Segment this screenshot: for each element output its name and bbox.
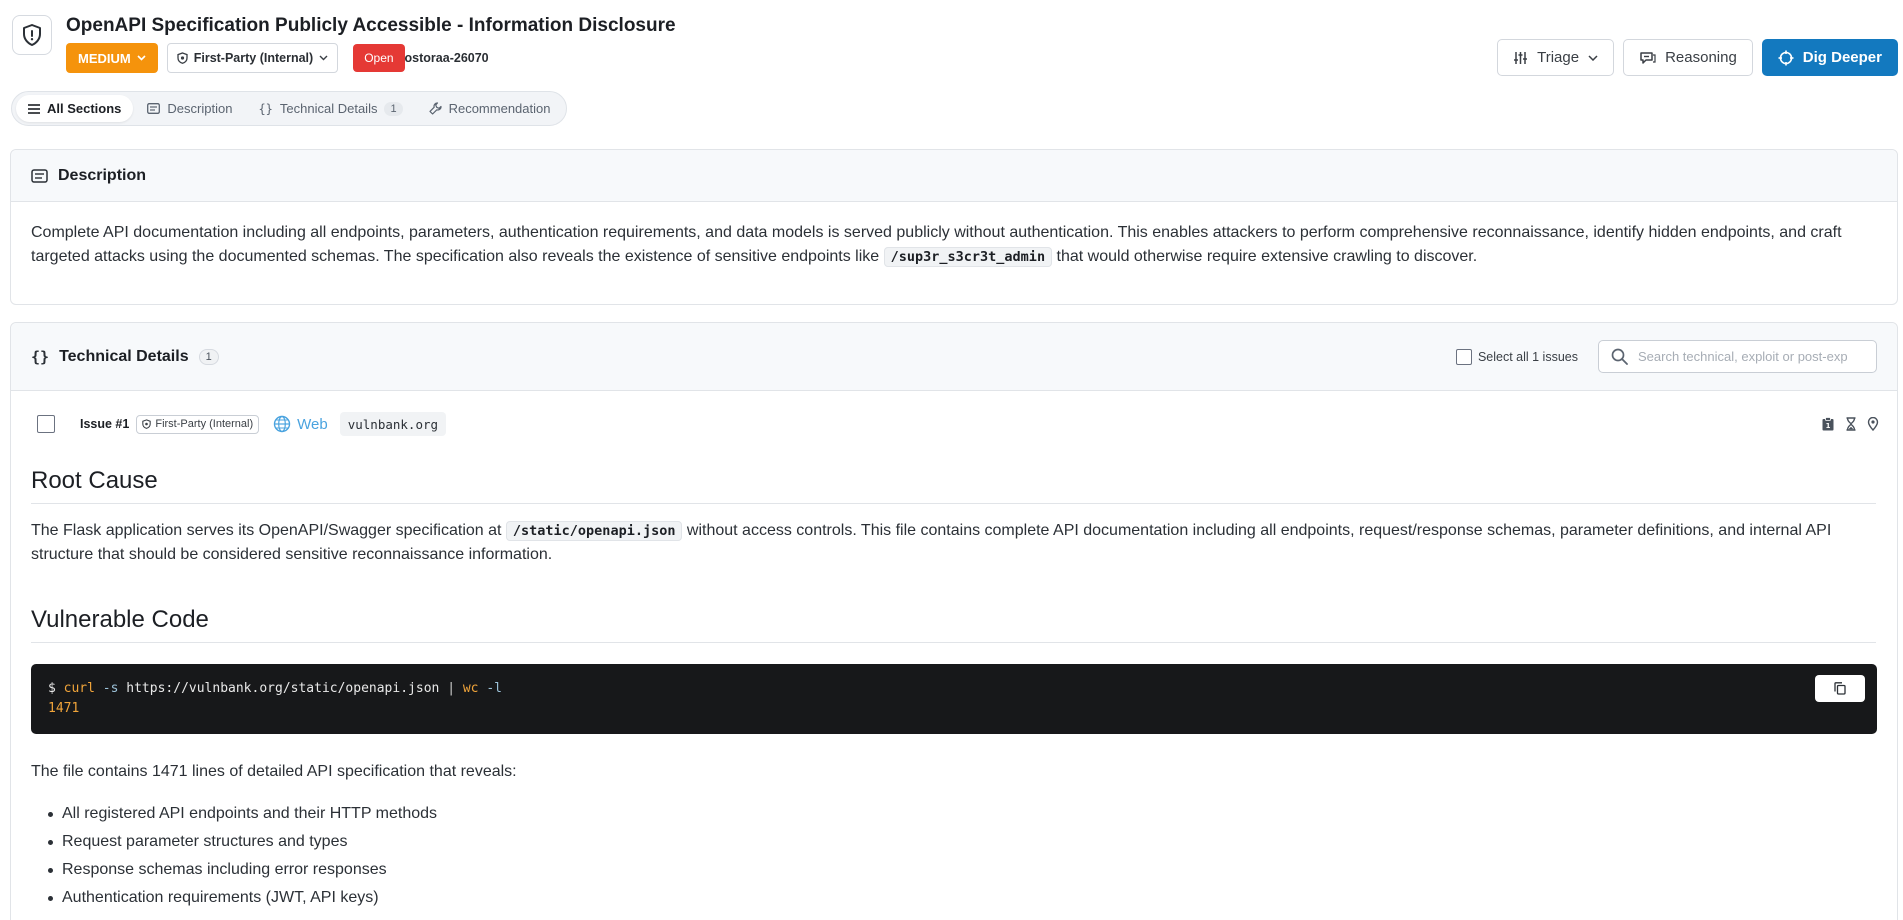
chevron-down-icon <box>319 55 328 61</box>
issue-party-label: First-Party (Internal) <box>155 418 254 430</box>
shield-small-icon <box>142 419 152 429</box>
list-icon <box>28 103 40 114</box>
wrench-icon <box>428 102 442 115</box>
header-actions: Triage Reasoning Dig Deeper <box>1497 39 1898 76</box>
code-url: https://vulnbank.org/static/openapi.json <box>126 681 440 696</box>
triage-button[interactable]: Triage <box>1497 39 1615 76</box>
code-prompt: $ <box>48 681 56 696</box>
root-cause-text-part: The Flask application serves its OpenAPI… <box>31 522 506 539</box>
sliders-icon <box>1514 51 1528 64</box>
issue-label: Issue #1 <box>80 417 130 431</box>
issue-actions: 1 <box>1821 417 1879 431</box>
clipboard-icon[interactable]: 1 <box>1821 417 1835 431</box>
tab-label: All Sections <box>47 101 122 116</box>
finding-header: OpenAPI Specification Publicly Accessibl… <box>0 0 1903 90</box>
search-input[interactable] <box>1638 349 1863 364</box>
technical-details-section: {} Technical Details 1 Select all 1 issu… <box>10 322 1898 920</box>
tab-label: Technical Details <box>279 101 378 116</box>
shield-small-icon <box>177 52 188 64</box>
chevron-down-icon <box>1588 54 1598 61</box>
section-tabs: All Sections Description {} Technical De… <box>11 91 568 126</box>
status-badge[interactable]: Open <box>353 44 405 72</box>
code-wc-flag: -l <box>486 681 502 696</box>
code-block: $ curl -s https://vulnbank.org/static/op… <box>31 664 1877 734</box>
code-command: curl <box>63 681 95 696</box>
tab-all-sections[interactable]: All Sections <box>16 95 134 122</box>
tab-recommendation[interactable]: Recommendation <box>417 95 563 122</box>
globe-icon <box>273 415 291 433</box>
issue-checkbox[interactable] <box>37 415 55 433</box>
pin-icon[interactable] <box>1867 417 1879 431</box>
tab-label: Description <box>167 101 233 116</box>
technical-toolbar: Select all 1 issues <box>1455 340 1877 373</box>
code-wc: wc <box>462 681 479 696</box>
select-all-label: Select all 1 issues <box>1477 349 1578 364</box>
svg-text:1: 1 <box>1826 422 1831 430</box>
inline-code: /sup3r_s3cr3t_admin <box>883 247 1053 267</box>
list-item: Authentication requirements (JWT, API ke… <box>48 884 437 912</box>
party-label: First-Party (Internal) <box>193 51 314 65</box>
brain-icon <box>1640 52 1656 64</box>
description-icon <box>31 168 48 183</box>
crosshair-icon <box>1778 50 1794 65</box>
section-title: Description <box>58 166 147 184</box>
tab-description[interactable]: Description <box>135 95 244 122</box>
technical-search[interactable] <box>1598 340 1877 373</box>
findings-list: All registered API endpoints and their H… <box>48 800 437 912</box>
severity-dropdown[interactable]: MEDIUM <box>66 43 158 73</box>
select-all-issues[interactable]: Select all 1 issues <box>1455 348 1578 365</box>
code-line-command: $ curl -s https://vulnbank.org/static/op… <box>48 679 1860 699</box>
root-cause-heading: Root Cause <box>31 467 1876 504</box>
code-flag: -s <box>102 681 119 696</box>
description-text: Complete API documentation including all… <box>11 202 1897 288</box>
issue-count-badge: 1 <box>198 348 219 365</box>
shield-icon <box>23 24 41 46</box>
copy-code-button[interactable] <box>1815 675 1865 702</box>
finding-type-badge <box>12 15 52 55</box>
select-all-checkbox[interactable] <box>1455 348 1472 365</box>
issue-party-chip: First-Party (Internal) <box>136 414 260 434</box>
triage-label: Triage <box>1537 49 1580 66</box>
summary-text: The file contains 1471 lines of detailed… <box>31 763 517 780</box>
description-header: Description <box>11 150 1897 202</box>
copy-icon <box>1834 682 1846 695</box>
issue-row: Issue #1 First-Party (Internal) Web vuln… <box>11 409 1897 439</box>
reasoning-label: Reasoning <box>1665 49 1737 66</box>
description-icon <box>147 103 161 114</box>
braces-icon: {} <box>31 347 50 366</box>
dig-deeper-button[interactable]: Dig Deeper <box>1761 39 1898 76</box>
reasoning-button[interactable]: Reasoning <box>1623 39 1753 76</box>
hourglass-icon[interactable] <box>1844 417 1858 431</box>
inline-code: /static/openapi.json <box>505 521 683 541</box>
severity-label: MEDIUM <box>78 50 131 66</box>
ticket-id: ostoraa-26070 <box>404 51 489 65</box>
vulnerable-code-heading: Vulnerable Code <box>31 606 1876 643</box>
code-output: 1471 <box>48 701 80 716</box>
description-section: Description Complete API documentation i… <box>10 149 1898 305</box>
list-item: All registered API endpoints and their H… <box>48 800 437 828</box>
description-text-part: that would otherwise require extensive c… <box>1052 248 1478 265</box>
party-dropdown[interactable]: First-Party (Internal) <box>166 43 339 73</box>
root-cause-text: The Flask application serves its OpenAPI… <box>31 519 1881 567</box>
section-title: Technical Details <box>59 347 189 365</box>
list-item: Response schemas including error respons… <box>48 856 437 884</box>
tab-label: Recommendation <box>448 101 551 116</box>
search-icon <box>1611 348 1628 365</box>
finding-meta: MEDIUM First-Party (Internal) Open ostor… <box>66 43 489 73</box>
list-item: Request parameter structures and types <box>48 828 437 856</box>
chevron-down-icon <box>137 55 146 61</box>
tab-technical-details[interactable]: {} Technical Details 1 <box>246 95 414 122</box>
issue-type-label: Web <box>297 415 328 433</box>
issue-type-chip: Web <box>273 415 328 433</box>
page-title: OpenAPI Specification Publicly Accessibl… <box>66 15 676 36</box>
issue-domain: vulnbank.org <box>339 412 447 436</box>
technical-details-header: {} Technical Details 1 Select all 1 issu… <box>11 323 1897 391</box>
dig-deeper-label: Dig Deeper <box>1802 49 1882 66</box>
tab-count-badge: 1 <box>384 101 403 116</box>
code-pipe: | <box>447 681 456 696</box>
braces-icon: {} <box>258 101 273 116</box>
